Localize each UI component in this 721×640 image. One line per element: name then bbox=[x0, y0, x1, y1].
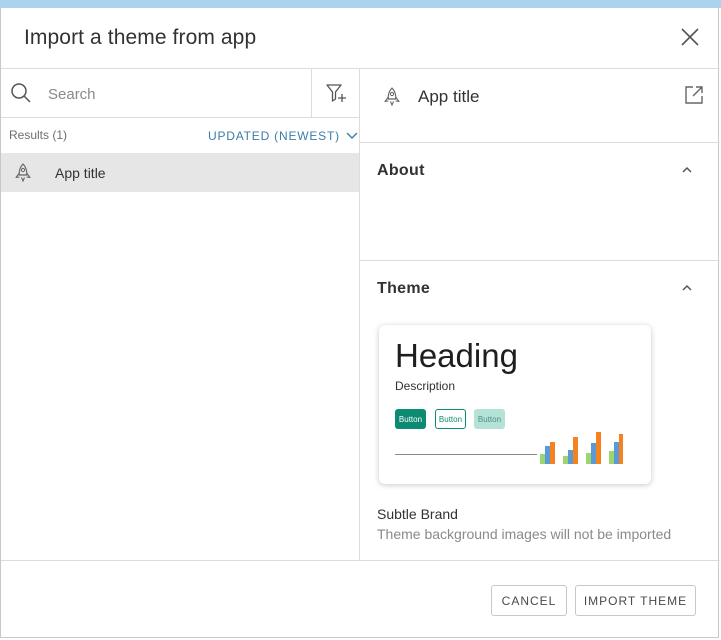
preview-chart-bar bbox=[596, 432, 601, 464]
about-section: About bbox=[360, 143, 720, 261]
theme-preview-card: Heading Description Button Button Button bbox=[379, 325, 651, 484]
close-icon bbox=[681, 28, 699, 46]
preview-chart-bar bbox=[563, 456, 568, 464]
preview-heading: Heading bbox=[395, 337, 518, 374]
filter-add-icon bbox=[326, 84, 346, 102]
theme-collapse-button[interactable] bbox=[679, 280, 695, 296]
close-button[interactable] bbox=[679, 26, 701, 48]
preview-chart-bar bbox=[540, 454, 545, 464]
dialog-header: Import a theme from app bbox=[1, 8, 720, 69]
detail-pane: App title About Theme Heading Descriptio… bbox=[360, 69, 720, 560]
open-external-icon bbox=[685, 86, 703, 104]
app-title: App title bbox=[418, 87, 480, 106]
preview-chart-bar bbox=[568, 450, 573, 464]
rocket-icon bbox=[384, 87, 400, 107]
list-item[interactable]: App title bbox=[1, 153, 359, 192]
preview-description: Description bbox=[395, 379, 456, 393]
filter-button[interactable] bbox=[311, 69, 359, 117]
search-icon bbox=[11, 83, 31, 103]
preview-chart-bar bbox=[545, 446, 550, 464]
search-bar bbox=[1, 69, 359, 118]
theme-header: Theme bbox=[377, 280, 431, 297]
preview-subtle-button: Button bbox=[474, 409, 505, 429]
theme-note: Theme background images will not be impo… bbox=[377, 526, 672, 542]
preview-chart bbox=[540, 432, 623, 464]
import-theme-button[interactable]: IMPORT THEME bbox=[575, 585, 696, 616]
cancel-button[interactable]: CANCEL bbox=[491, 585, 567, 616]
preview-divider bbox=[395, 454, 537, 455]
preview-chart-bar bbox=[573, 437, 578, 464]
chevron-up-icon bbox=[682, 166, 692, 173]
app-header: App title bbox=[360, 69, 720, 143]
open-app-button[interactable] bbox=[684, 85, 704, 105]
preview-chart-bar bbox=[614, 442, 619, 464]
search-input[interactable] bbox=[46, 81, 300, 107]
chevron-up-icon bbox=[682, 284, 692, 291]
results-pane: Results (1) UPDATED (NEWEST) App title bbox=[1, 69, 360, 560]
preview-primary-button: Button bbox=[395, 409, 426, 429]
preview-chart-bar bbox=[550, 442, 555, 464]
chevron-down-icon bbox=[346, 132, 358, 139]
sort-label: UPDATED (NEWEST) bbox=[208, 129, 340, 143]
results-count: Results (1) bbox=[9, 128, 68, 142]
rocket-icon bbox=[15, 163, 31, 183]
about-header: About bbox=[377, 162, 425, 179]
background-strip bbox=[0, 0, 721, 8]
theme-section: Theme Heading Description Button Button … bbox=[360, 261, 720, 560]
preview-chart-bar bbox=[591, 443, 596, 464]
preview-chart-bar bbox=[586, 453, 591, 464]
preview-chart-bar bbox=[619, 434, 623, 464]
preview-chart-bar bbox=[609, 451, 614, 464]
list-item-label: App title bbox=[55, 165, 106, 181]
dialog-title: Import a theme from app bbox=[24, 26, 257, 49]
theme-name: Subtle Brand bbox=[377, 506, 458, 522]
about-collapse-button[interactable] bbox=[679, 162, 695, 178]
preview-outline-button: Button bbox=[435, 409, 466, 429]
import-theme-dialog: Import a theme from app Results (1) UPDA… bbox=[0, 8, 720, 638]
sort-dropdown[interactable]: UPDATED (NEWEST) bbox=[208, 129, 358, 143]
dialog-footer: CANCEL IMPORT THEME bbox=[1, 560, 720, 638]
